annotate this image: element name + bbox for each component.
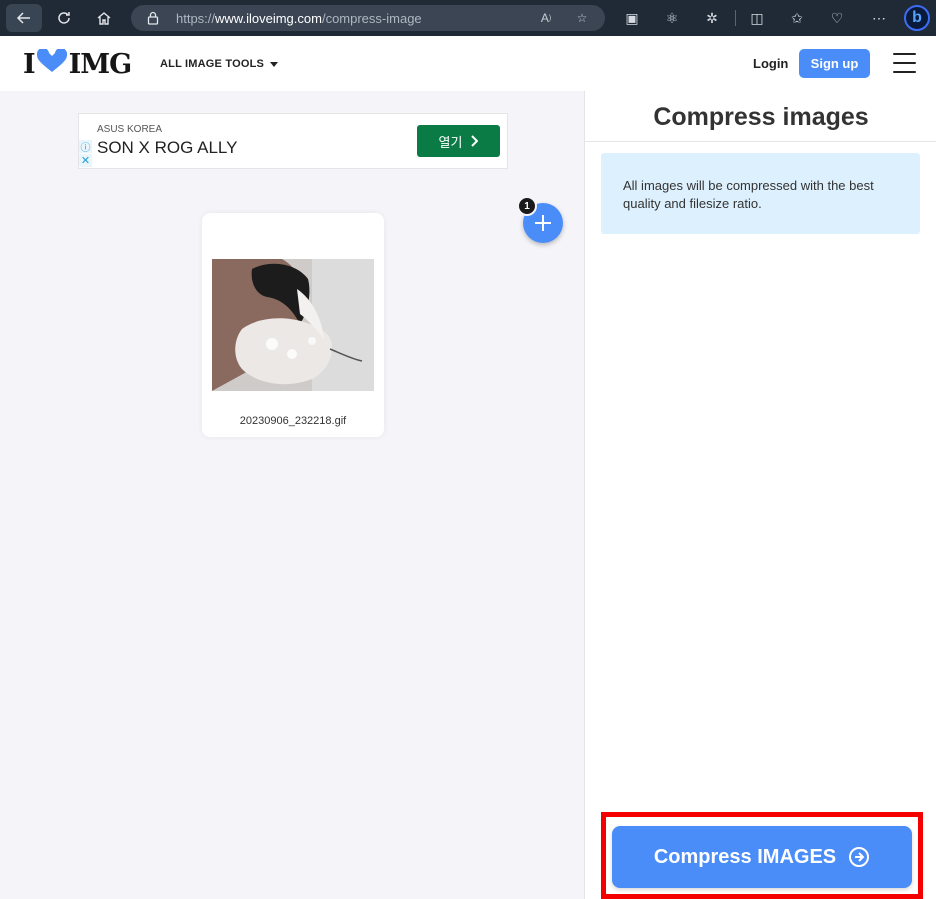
ad-brand: ASUS KOREA	[97, 124, 163, 135]
hamburger-line	[893, 53, 916, 55]
ad-open-label: 열기	[438, 134, 463, 150]
extensions-icon[interactable]: ✲	[702, 8, 722, 28]
logo-text-img: IMG	[68, 48, 133, 80]
login-link[interactable]: Login	[753, 56, 788, 71]
upload-area: ⓘ ✕ ASUS KOREA SON X ROG ALLY 열기 2023090	[0, 91, 584, 899]
ad-title: SON X ROG ALLY	[97, 138, 238, 157]
info-box: All images will be compressed with the b…	[601, 153, 920, 234]
sidebar-divider	[585, 141, 936, 142]
back-button[interactable]	[6, 4, 42, 32]
read-aloud-icon[interactable]: A)	[538, 10, 554, 26]
lock-icon	[147, 11, 159, 30]
file-count-badge: 1	[517, 196, 537, 216]
image-thumbnail	[212, 259, 374, 391]
url-path: /compress-image	[321, 11, 422, 26]
info-text: All images will be compressed with the b…	[623, 178, 874, 211]
plus-icon	[535, 215, 551, 231]
sidebar-title: Compress images	[653, 103, 869, 131]
ad-banner[interactable]: ⓘ ✕ ASUS KOREA SON X ROG ALLY 열기	[78, 113, 508, 169]
signup-button[interactable]: Sign up	[799, 49, 870, 78]
address-bar[interactable]: https://www.iloveimg.com/compress-image …	[131, 5, 605, 31]
all-image-tools-menu[interactable]: ALL IMAGE TOOLS	[160, 58, 279, 70]
ad-open-button[interactable]: 열기	[417, 125, 500, 157]
hamburger-line	[893, 62, 916, 64]
site-header: I IMG ALL IMAGE TOOLS Login Sign up	[0, 36, 936, 91]
iloveimg-logo[interactable]: I IMG	[23, 47, 133, 80]
toolbar-divider	[735, 10, 736, 26]
url-domain: www.iloveimg.com	[215, 11, 322, 26]
bing-copilot-icon[interactable]: b	[904, 5, 930, 31]
file-name: 20230906_232218.gif	[239, 415, 347, 427]
caret-down-icon	[270, 61, 279, 67]
home-icon	[97, 12, 111, 25]
arrow-left-icon	[16, 12, 30, 24]
hamburger-line	[893, 71, 916, 73]
collections-icon[interactable]: ▣	[622, 8, 642, 28]
home-button[interactable]	[86, 4, 122, 32]
ad-close-icon[interactable]: ✕	[79, 154, 92, 167]
tools-menu-label: ALL IMAGE TOOLS	[160, 58, 265, 70]
split-screen-icon[interactable]: ◫	[747, 8, 767, 28]
compress-button-label: Compress IMAGES	[653, 845, 837, 868]
refresh-icon	[58, 12, 70, 24]
logo-letter-i: I	[23, 48, 36, 80]
react-extension-icon[interactable]: ⚛	[662, 8, 682, 28]
favorite-star-icon[interactable]: ☆	[574, 10, 590, 26]
compress-images-button[interactable]: Compress IMAGES	[612, 826, 912, 888]
address-url: https://www.iloveimg.com/compress-image	[176, 11, 422, 26]
heart-icon	[36, 47, 67, 80]
file-card[interactable]: 20230906_232218.gif	[202, 213, 384, 437]
browser-toolbar: https://www.iloveimg.com/compress-image …	[0, 0, 936, 36]
ad-info-icon[interactable]: ⓘ	[79, 140, 92, 154]
url-scheme: https://	[176, 11, 216, 26]
chevron-right-icon	[471, 135, 479, 147]
circle-arrow-right-icon	[849, 847, 870, 867]
favorites-list-icon[interactable]: ✩	[787, 8, 807, 28]
refresh-button[interactable]	[46, 4, 82, 32]
more-options-icon[interactable]: ⋯	[869, 8, 889, 28]
browser-essentials-icon[interactable]: ♡	[827, 8, 847, 28]
options-sidebar: Compress images All images will be compr…	[584, 91, 936, 899]
hamburger-menu-icon[interactable]	[893, 53, 916, 73]
